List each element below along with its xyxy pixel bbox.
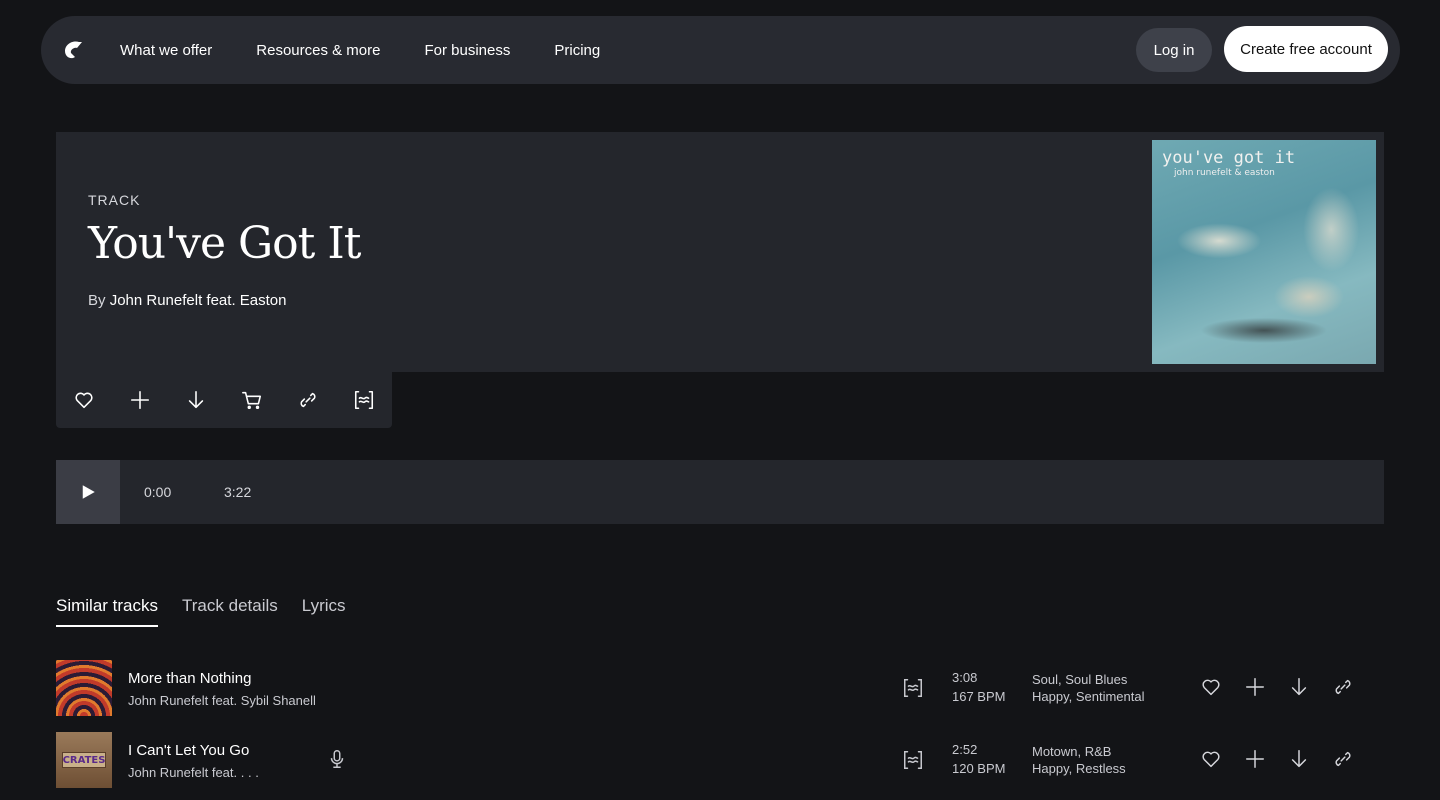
track-row-moods[interactable]: Happy, Restless: [1032, 761, 1126, 776]
track-thumbnail[interactable]: CRATES: [56, 732, 112, 788]
track-row-artist[interactable]: John Runefelt feat. Sybil Shanell: [128, 693, 316, 708]
tab-track-details[interactable]: Track details: [182, 596, 278, 627]
track-row-title[interactable]: More than Nothing: [128, 670, 251, 687]
track-type-label: TRACK: [88, 192, 141, 208]
audio-player: 0:00 3:22: [56, 460, 1384, 524]
stems-icon: [904, 751, 922, 769]
nav-links: What we offer Resources & more For busin…: [120, 16, 644, 84]
track-duration: 3:22: [224, 484, 252, 500]
link-icon: [300, 392, 316, 408]
buy-license-button[interactable]: [224, 372, 280, 428]
track-thumbnail[interactable]: [56, 660, 112, 716]
track-byline: By John Runefelt feat. Easton: [88, 292, 286, 309]
track-row-title[interactable]: I Can't Let You Go: [128, 742, 249, 759]
nav-what-we-offer[interactable]: What we offer: [120, 42, 212, 59]
tab-similar-tracks[interactable]: Similar tracks: [56, 596, 159, 627]
download-arrow-icon: [188, 390, 204, 409]
stems-button[interactable]: [902, 749, 924, 771]
track-hero: TRACK You've Got It By John Runefelt fea…: [56, 132, 1384, 372]
track-row-genres[interactable]: Soul, Soul Blues: [1032, 672, 1127, 687]
track-row[interactable]: CRATES I Can't Let You Go John Runefelt …: [56, 732, 1384, 788]
track-row-bpm: 120 BPM: [952, 761, 1006, 776]
copy-link-button[interactable]: [280, 372, 336, 428]
create-account-button[interactable]: Create free account: [1224, 26, 1388, 72]
plus-icon: [130, 390, 150, 410]
cart-icon: [242, 391, 262, 410]
track-title: You've Got It: [88, 218, 361, 269]
current-time: 0:00: [144, 484, 172, 500]
track-actions: [56, 372, 392, 428]
content-tabs: Similar tracks Track details Lyrics: [56, 596, 346, 627]
track-row-duration: 3:08: [952, 670, 978, 685]
heart-icon[interactable]: [1200, 748, 1222, 770]
nav-for-business[interactable]: For business: [424, 42, 510, 59]
link-icon[interactable]: [1332, 748, 1354, 770]
play-button[interactable]: [56, 460, 120, 524]
nav-pricing[interactable]: Pricing: [554, 42, 600, 59]
microphone-icon: [330, 750, 344, 768]
add-to-playlist-button[interactable]: [112, 372, 168, 428]
tab-lyrics[interactable]: Lyrics: [302, 596, 346, 627]
heart-icon[interactable]: [1200, 676, 1222, 698]
track-row-actions: [1200, 676, 1354, 698]
thumbnail-label: CRATES: [62, 752, 106, 768]
track-row-artist[interactable]: John Runefelt feat. . . .: [128, 765, 259, 780]
stems-button[interactable]: [902, 677, 924, 699]
cover-title: you've got it: [1162, 148, 1296, 168]
track-row-duration: 2:52: [952, 742, 978, 757]
track-row-genres[interactable]: Motown, R&B: [1032, 744, 1111, 759]
artist-link[interactable]: John Runefelt feat. Easton: [110, 292, 287, 309]
play-icon: [82, 485, 95, 499]
download-arrow-icon[interactable]: [1288, 676, 1310, 698]
album-cover: you've got it john runefelt & easton: [1152, 140, 1376, 364]
link-icon[interactable]: [1332, 676, 1354, 698]
stems-icon: [354, 390, 374, 410]
top-nav: What we offer Resources & more For busin…: [41, 16, 1400, 84]
download-arrow-icon[interactable]: [1288, 748, 1310, 770]
stems-icon: [904, 679, 922, 697]
logo-icon[interactable]: [61, 38, 85, 62]
cover-subtitle: john runefelt & easton: [1174, 168, 1275, 178]
vocals-indicator: [326, 748, 348, 770]
download-button[interactable]: [168, 372, 224, 428]
plus-icon[interactable]: [1244, 748, 1266, 770]
plus-icon[interactable]: [1244, 676, 1266, 698]
like-button[interactable]: [56, 372, 112, 428]
track-row-moods[interactable]: Happy, Sentimental: [1032, 689, 1145, 704]
stems-button[interactable]: [336, 372, 392, 428]
heart-icon: [75, 392, 93, 409]
track-row[interactable]: More than Nothing John Runefelt feat. Sy…: [56, 660, 1384, 716]
nav-resources[interactable]: Resources & more: [256, 42, 380, 59]
track-row-actions: [1200, 748, 1354, 770]
track-row-bpm: 167 BPM: [952, 689, 1006, 704]
byline-prefix: By: [88, 292, 106, 309]
login-button[interactable]: Log in: [1136, 28, 1212, 72]
